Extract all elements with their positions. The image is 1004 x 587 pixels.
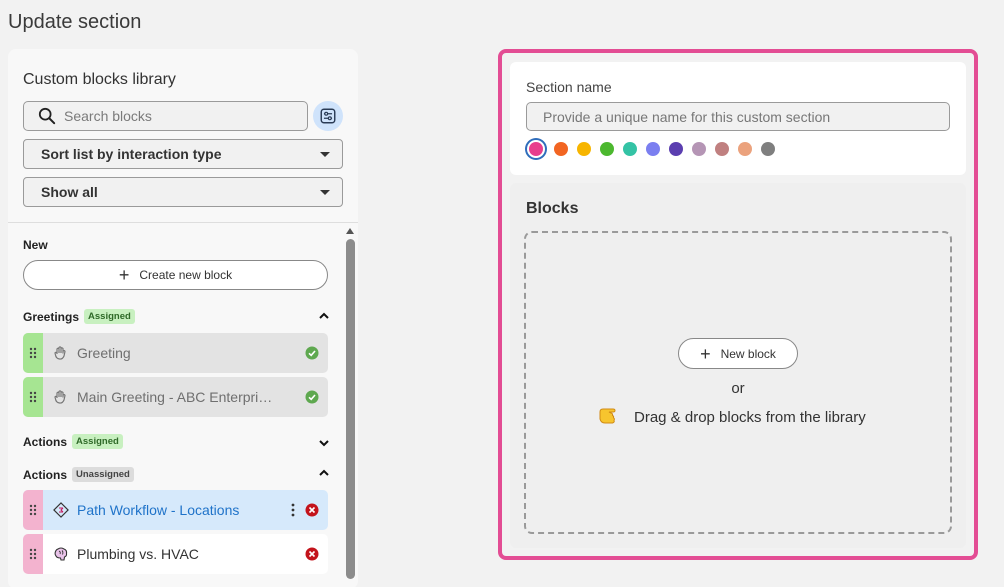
- library-block-main-greeting[interactable]: Main Greeting - ABC Enterprises: [23, 377, 328, 417]
- color-swatch-7[interactable]: [669, 142, 683, 156]
- color-swatch-2[interactable]: [554, 142, 568, 156]
- error-circle-icon: [305, 503, 319, 517]
- plus-icon: +: [700, 343, 711, 364]
- library-list[interactable]: New + Create new block Greetings Assigne…: [8, 223, 358, 587]
- color-swatch-11[interactable]: [761, 142, 775, 156]
- search-box[interactable]: [23, 101, 308, 131]
- wave-hand-icon: [52, 344, 70, 362]
- chevron-up-icon[interactable]: [318, 467, 330, 479]
- block-label: Main Greeting - ABC Enterprises: [77, 389, 273, 405]
- color-swatch-row: [526, 142, 784, 156]
- or-text: or: [731, 380, 745, 397]
- block-label: Greeting: [77, 345, 131, 361]
- brain-icon: [52, 545, 70, 563]
- color-swatch-6[interactable]: [646, 142, 660, 156]
- sliders-icon: [320, 108, 336, 124]
- status-badge: Assigned: [84, 309, 135, 324]
- search-icon: [38, 107, 56, 125]
- show-filter-select[interactable]: Show all: [23, 177, 343, 207]
- drag-handle-icon[interactable]: [23, 377, 43, 417]
- new-block-button[interactable]: + New block: [678, 338, 798, 369]
- show-filter-value: Show all: [41, 184, 98, 200]
- library-block-greeting[interactable]: Greeting: [23, 333, 328, 373]
- color-swatch-10[interactable]: [738, 142, 752, 156]
- blocks-card: Blocks + New block or Drag & drop blocks…: [510, 183, 966, 548]
- group-label-new: New: [23, 238, 48, 252]
- section-name-label: Section name: [526, 79, 612, 95]
- chevron-down-icon[interactable]: [318, 437, 330, 449]
- color-swatch-9[interactable]: [715, 142, 729, 156]
- section-name-input[interactable]: [526, 102, 950, 131]
- group-label-text: Greetings: [23, 309, 80, 324]
- search-input[interactable]: [64, 108, 264, 124]
- sort-select[interactable]: Sort list by interaction type: [23, 139, 343, 169]
- block-label: Plumbing vs. HVAC: [77, 546, 199, 562]
- drag-handle-icon[interactable]: [23, 333, 43, 373]
- scrollbar-thumb[interactable]: [346, 239, 355, 579]
- group-label-text: Actions: [23, 467, 68, 482]
- drag-handle-icon[interactable]: [23, 490, 43, 530]
- status-badge: Assigned: [72, 434, 123, 449]
- group-label-actions-assigned: Actions Assigned: [23, 434, 123, 449]
- section-editor-panel: Section name Blocks + New block or Drag …: [498, 49, 978, 560]
- library-block-path-workflow[interactable]: Path Workflow - Locations: [23, 490, 328, 530]
- group-label-text: Actions: [23, 434, 68, 449]
- color-swatch-8[interactable]: [692, 142, 706, 156]
- error-circle-icon: [305, 547, 319, 561]
- more-vertical-icon[interactable]: [290, 503, 296, 517]
- color-swatch-5[interactable]: [623, 142, 637, 156]
- drag-handle-icon[interactable]: [23, 534, 43, 574]
- create-new-block-label: Create new block: [139, 268, 233, 282]
- workflow-path-icon: [52, 501, 70, 519]
- group-label-greetings: Greetings Assigned: [23, 309, 135, 324]
- page-title: Update section: [8, 11, 142, 33]
- wave-hand-icon: [52, 388, 70, 406]
- color-swatch-3[interactable]: [577, 142, 591, 156]
- library-block-plumbing[interactable]: Plumbing vs. HVAC: [23, 534, 328, 574]
- create-new-block-button[interactable]: + Create new block: [23, 260, 328, 290]
- check-circle-icon: [305, 346, 319, 360]
- caret-down-icon: [320, 152, 330, 157]
- group-label-text: New: [23, 238, 48, 252]
- scroll-up-arrow-icon[interactable]: [346, 228, 354, 234]
- caret-down-icon: [320, 190, 330, 195]
- block-drop-zone[interactable]: + New block or Drag & drop blocks from t…: [524, 231, 952, 534]
- block-label: Path Workflow - Locations: [77, 502, 240, 518]
- color-swatch-1[interactable]: [529, 142, 543, 156]
- blocks-library-panel: Custom blocks library Sort list by inter…: [8, 49, 358, 587]
- blocks-title: Blocks: [526, 200, 579, 217]
- section-name-card: Section name: [510, 62, 966, 175]
- color-swatch-4[interactable]: [600, 142, 614, 156]
- pointing-hand-icon: [598, 403, 624, 431]
- new-block-label: New block: [720, 346, 776, 361]
- sort-select-value: Sort list by interaction type: [41, 146, 222, 162]
- plus-icon: +: [118, 265, 130, 285]
- drag-drop-hint: Drag & drop blocks from the library: [598, 403, 866, 431]
- group-label-actions-unassigned: Actions Unassigned: [23, 467, 134, 482]
- status-badge: Unassigned: [72, 467, 134, 482]
- chevron-up-icon[interactable]: [318, 310, 330, 322]
- filter-settings-button[interactable]: [313, 101, 343, 131]
- drag-drop-text: Drag & drop blocks from the library: [634, 408, 866, 426]
- library-title: Custom blocks library: [23, 71, 176, 88]
- check-circle-icon: [305, 390, 319, 404]
